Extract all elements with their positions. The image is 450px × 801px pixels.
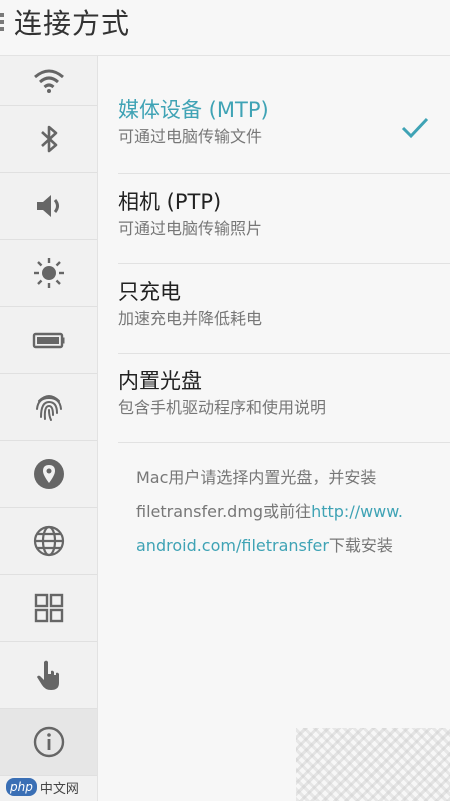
menu-dots-icon[interactable] bbox=[0, 10, 6, 36]
option-ptp[interactable]: 相机 (PTP) 可通过电脑传输照片 bbox=[118, 188, 450, 264]
globe-icon bbox=[33, 525, 64, 557]
note-line1: Mac用户请选择内置光盘，并安装 bbox=[136, 468, 377, 487]
sidebar-item-sound[interactable] bbox=[0, 173, 97, 240]
page-title: 连接方式 bbox=[14, 7, 131, 40]
battery-icon bbox=[32, 332, 64, 349]
sidebar-item-bluetooth[interactable] bbox=[0, 106, 97, 173]
wifi-icon bbox=[33, 69, 64, 93]
sidebar-item-battery[interactable] bbox=[0, 307, 97, 374]
watermark-badge: php bbox=[6, 778, 37, 796]
note-line2-prefix: filetransfer.dmg或前往 bbox=[136, 502, 312, 521]
bluetooth-icon bbox=[40, 125, 57, 153]
option-mtp[interactable]: 媒体设备 (MTP) 可通过电脑传输文件 bbox=[118, 96, 450, 174]
option-charge-only-title: 只充电 bbox=[118, 280, 181, 304]
option-builtin-cd-title: 内置光盘 bbox=[118, 369, 202, 393]
note-line3-suffix: 下载安装 bbox=[328, 536, 393, 555]
sidebar-item-display[interactable] bbox=[0, 240, 97, 307]
sidebar-item-wifi[interactable] bbox=[0, 56, 97, 106]
filetransfer-link-part2[interactable]: android.com/filetransfer bbox=[136, 536, 329, 555]
option-builtin-cd-subtitle: 包含手机驱动程序和使用说明 bbox=[118, 398, 327, 417]
location-icon bbox=[33, 459, 64, 489]
apps-grid-icon bbox=[34, 593, 63, 623]
sidebar-item-language[interactable] bbox=[0, 508, 97, 575]
sidebar-item-location[interactable] bbox=[0, 441, 97, 508]
sidebar-item-apps[interactable] bbox=[0, 575, 97, 642]
content-panel: 媒体设备 (MTP) 可通过电脑传输文件 相机 (PTP) 可通过电脑传输照片 … bbox=[98, 56, 450, 801]
watermark-text: 中文网 bbox=[39, 781, 79, 797]
sidebar-item-gestures[interactable] bbox=[0, 642, 97, 709]
sidebar-item-about[interactable] bbox=[0, 709, 97, 776]
volume-icon bbox=[36, 195, 59, 217]
mac-instructions-note: Mac用户请选择内置光盘，并安装 filetransfer.dmg或前往http… bbox=[136, 461, 436, 563]
sidebar-item-fingerprint[interactable] bbox=[0, 374, 97, 441]
option-builtin-cd[interactable]: 内置光盘 包含手机驱动程序和使用说明 bbox=[118, 367, 450, 443]
brightness-icon bbox=[33, 258, 64, 288]
filetransfer-link-part1[interactable]: http://www. bbox=[311, 502, 403, 521]
watermark-logo: php 中文网 bbox=[6, 776, 79, 798]
fingerprint-icon bbox=[35, 395, 62, 421]
option-ptp-subtitle: 可通过电脑传输照片 bbox=[118, 219, 263, 238]
option-charge-only[interactable]: 只充电 加速充电并降低耗电 bbox=[118, 278, 450, 354]
option-ptp-title: 相机 (PTP) bbox=[118, 190, 222, 214]
noise-overlay bbox=[296, 728, 450, 801]
header-bar: 连接方式 bbox=[0, 0, 450, 56]
option-charge-only-subtitle: 加速充电并降低耗电 bbox=[118, 309, 263, 328]
sidebar bbox=[0, 56, 98, 801]
checkmark-icon bbox=[401, 117, 429, 139]
info-icon bbox=[33, 726, 64, 758]
hand-pointer-icon bbox=[36, 660, 59, 690]
